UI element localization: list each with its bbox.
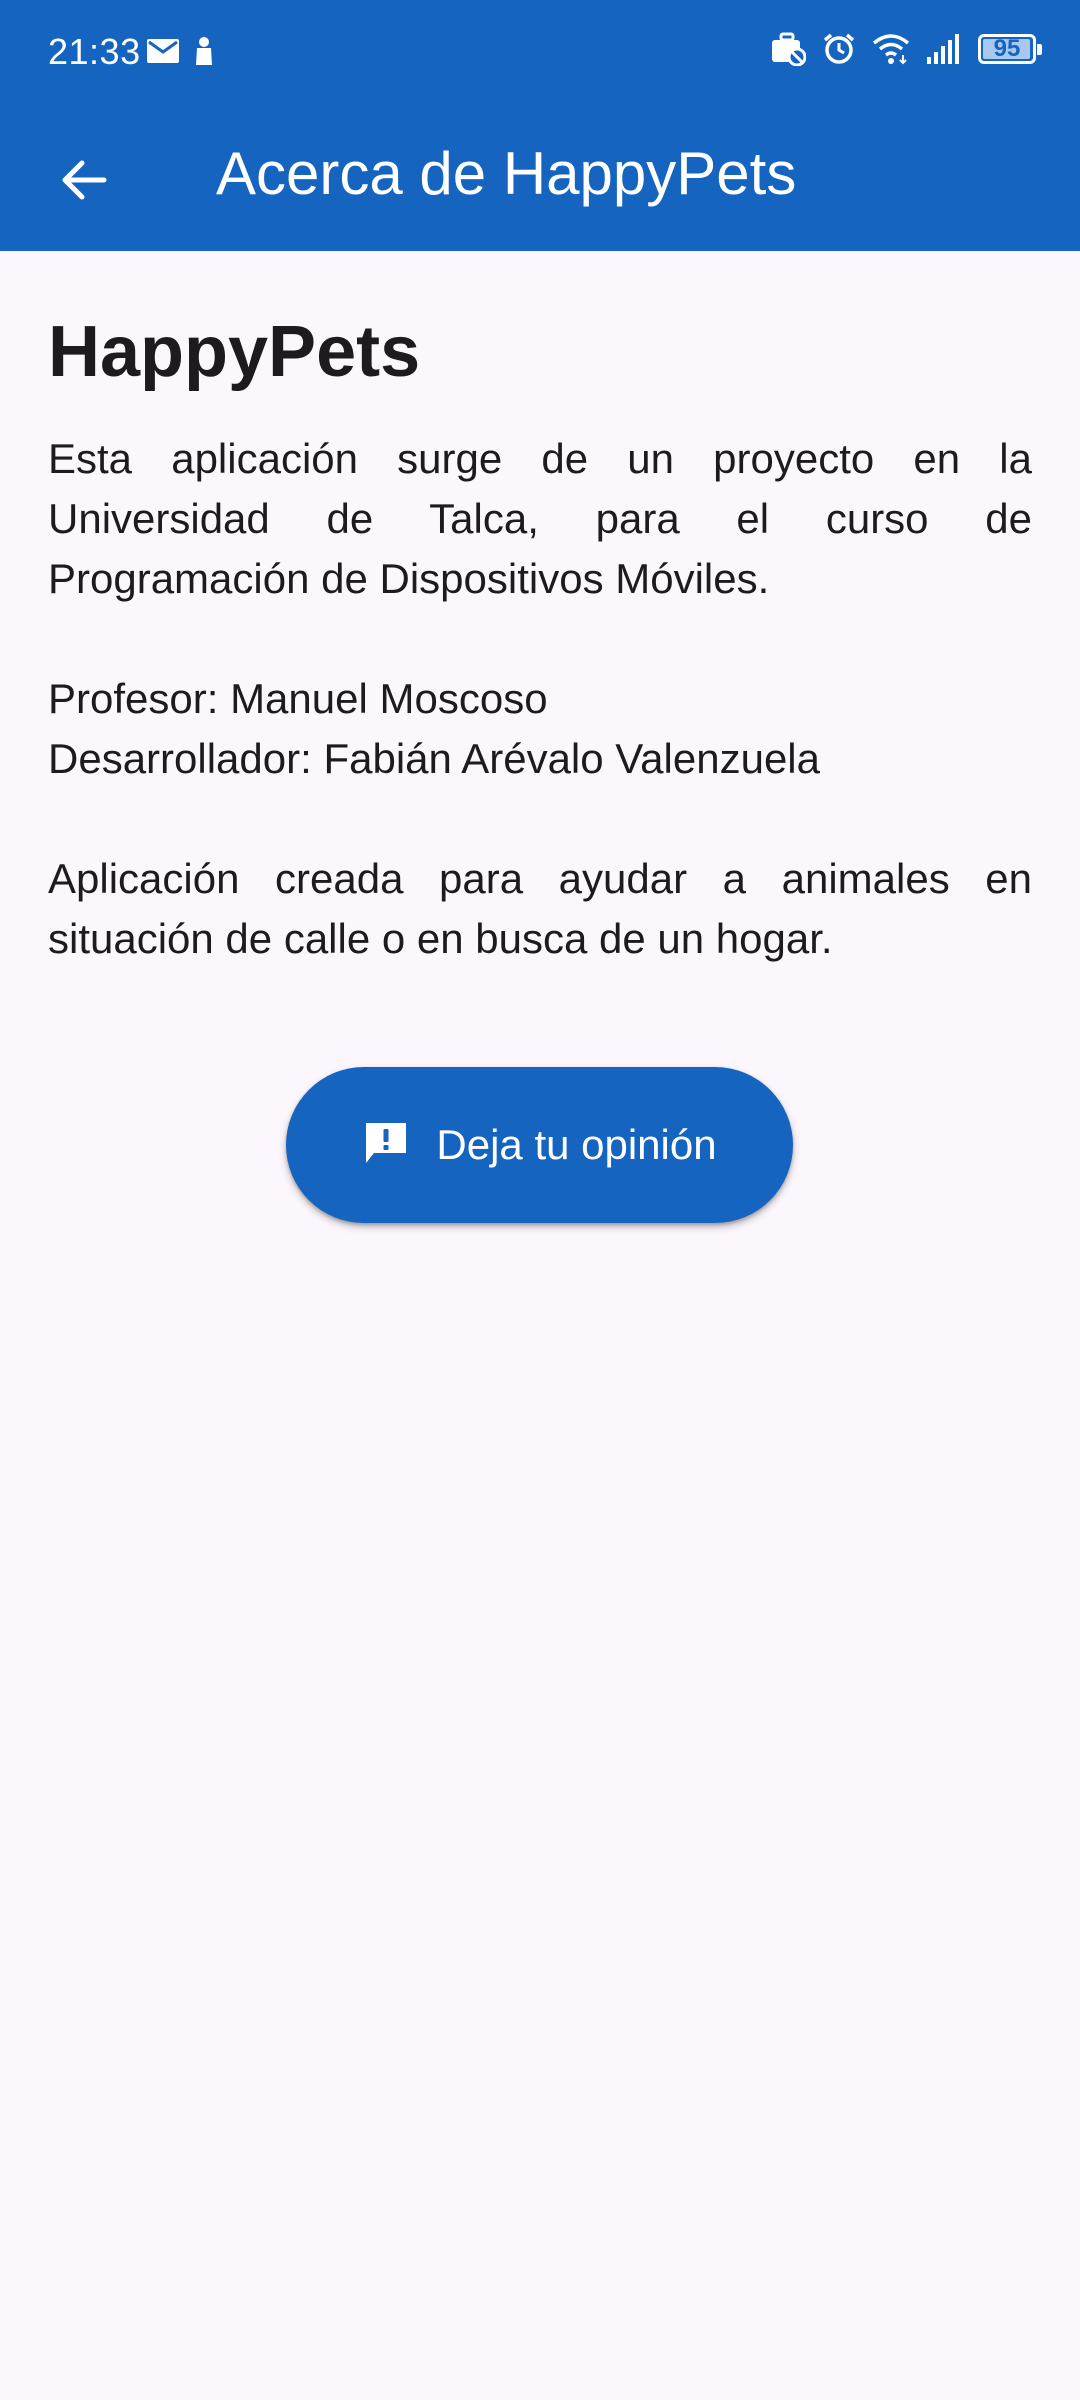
signal-icon: [926, 33, 962, 65]
wifi-icon: [872, 33, 910, 65]
app-bar: Acerca de HappyPets: [0, 104, 1080, 251]
feedback-button-label: Deja tu opinión: [436, 1121, 717, 1168]
top-app-bar-container: 21:33 95 Acerca de HappyPets: [0, 0, 1080, 251]
app-name-heading: HappyPets: [48, 312, 421, 392]
status-left-icons: [146, 36, 214, 66]
about-content: HappyPets Esta aplicación surge de un pr…: [48, 251, 1032, 969]
alarm-icon: [822, 32, 856, 66]
notification-person-icon: [194, 36, 214, 66]
feedback-icon: [362, 1119, 410, 1172]
status-right-icons: 95: [770, 32, 1042, 66]
battery-level-text: 95: [993, 35, 1021, 62]
mail-icon: [146, 38, 180, 64]
intro-paragraph: Esta aplicación surge de un proyecto en …: [48, 435, 1032, 602]
briefcase-off-icon: [770, 32, 806, 66]
developer-text: Desarrollador: Fabián Arévalo Valenzuela: [48, 735, 820, 782]
professor-text: Profesor: Manuel Moscoso: [48, 675, 548, 722]
page-title: Acerca de HappyPets: [216, 140, 797, 207]
arrow-back-icon: [58, 154, 110, 211]
battery-icon: 95: [978, 34, 1042, 64]
purpose-paragraph: Aplicación creada para ayudar a animales…: [48, 855, 1032, 962]
status-time: 21:33: [48, 31, 141, 72]
feedback-button[interactable]: Deja tu opinión: [286, 1067, 793, 1223]
status-bar: 21:33 95: [0, 0, 1080, 104]
back-button[interactable]: [36, 134, 132, 230]
about-screen: 21:33 95 Acerca de HappyPets HappyPets E…: [0, 0, 1080, 2400]
